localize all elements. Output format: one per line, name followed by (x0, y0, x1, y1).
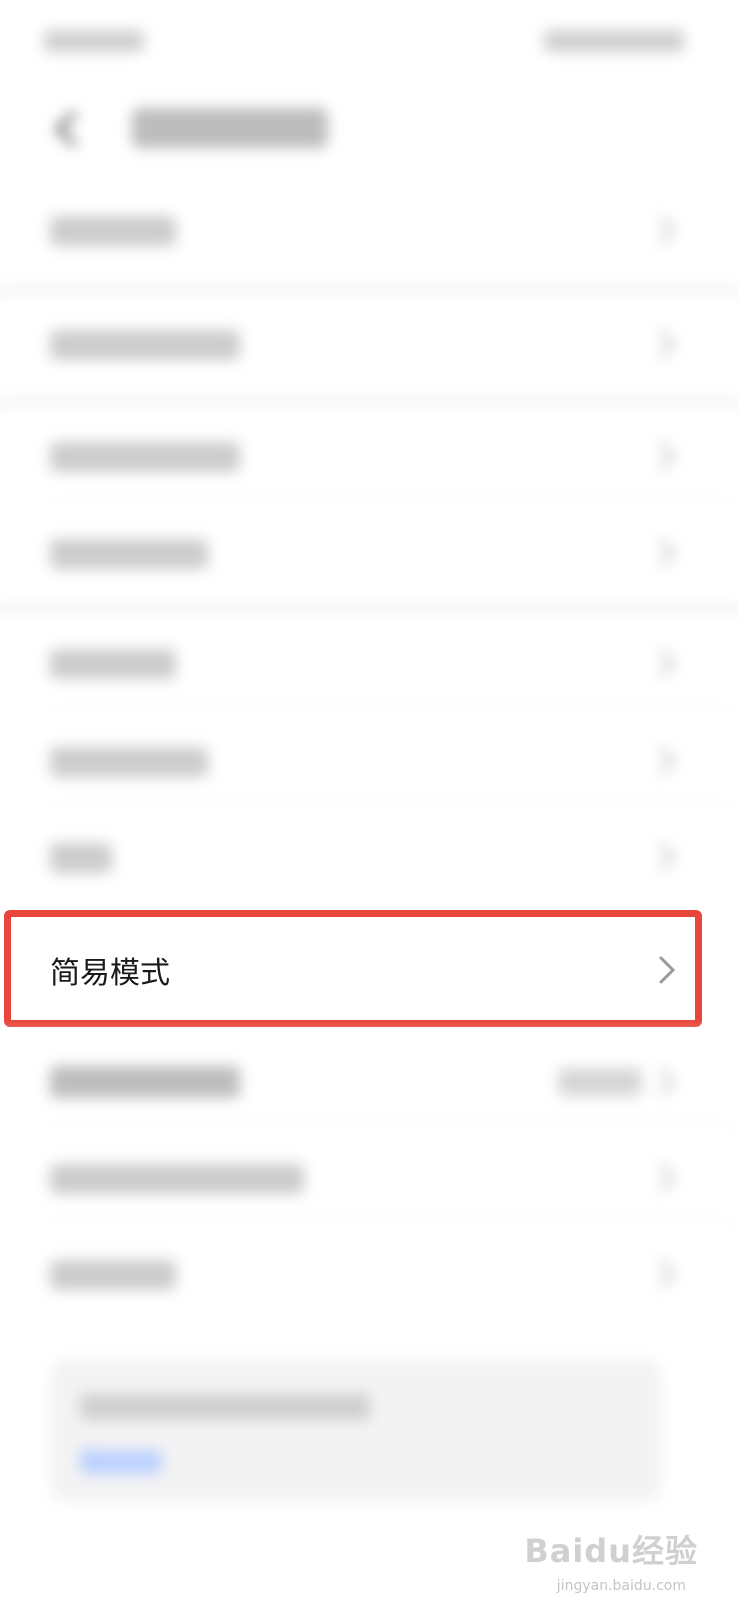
highlight-box (4, 910, 702, 1027)
chevron-right-icon (659, 442, 676, 470)
settings-row[interactable] (0, 1130, 738, 1226)
row-label-blur (50, 747, 208, 777)
watermark-brand: Baidu经验 (524, 1532, 698, 1570)
chevron-right-icon (659, 1068, 676, 1096)
settings-row[interactable] (0, 182, 738, 278)
settings-row[interactable] (0, 615, 738, 711)
row-divider (50, 1128, 738, 1129)
status-bar (0, 0, 738, 84)
row-label-blur (50, 649, 176, 679)
status-time-blur (44, 30, 144, 52)
watermark-url: jingyan.baidu.com (556, 1578, 686, 1594)
row-label-blur (50, 216, 176, 246)
row-label-blur (50, 539, 208, 569)
help-card-link-blur (80, 1450, 162, 1474)
chevron-right-icon (659, 1260, 676, 1288)
settings-row[interactable] (0, 1034, 738, 1130)
arrow-left-icon[interactable] (44, 106, 90, 152)
settings-row[interactable] (0, 713, 738, 809)
chevron-right-icon (659, 843, 676, 871)
page-title-blur (132, 108, 328, 148)
settings-row[interactable] (0, 408, 738, 504)
help-card (50, 1360, 662, 1502)
row-label-blur (50, 843, 112, 873)
row-label-blur (50, 1066, 240, 1098)
settings-row[interactable] (0, 1226, 738, 1322)
status-icons-blur (544, 30, 684, 52)
row-label-blur (50, 1260, 176, 1290)
header (0, 84, 738, 180)
settings-page: 简易模式 Baidu经验 jingyan.baidu.com (0, 0, 738, 1600)
chevron-right-icon (659, 216, 676, 244)
settings-row[interactable] (0, 505, 738, 601)
chevron-right-icon (659, 747, 676, 775)
help-card-text-blur (80, 1394, 370, 1420)
row-label-blur (50, 1164, 304, 1194)
chevron-right-icon (659, 1164, 676, 1192)
settings-row[interactable] (0, 296, 738, 392)
row-label-blur (50, 442, 240, 472)
chevron-right-icon (659, 539, 676, 567)
settings-row[interactable] (0, 809, 738, 905)
row-value-blur (558, 1068, 642, 1096)
chevron-right-icon (659, 330, 676, 358)
chevron-right-icon (659, 649, 676, 677)
row-label-blur (50, 330, 240, 360)
